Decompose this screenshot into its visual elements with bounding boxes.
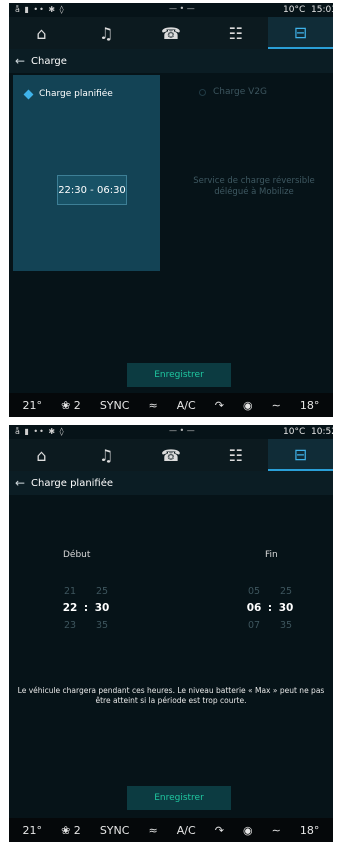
v2g-description: Service de charge réversible délégué à M… (193, 176, 315, 197)
start-time-picker[interactable]: 21 25 22:30 23 35 (59, 583, 113, 634)
nav-car[interactable]: ⊟ (268, 17, 333, 49)
right-temperature[interactable]: 18° (300, 824, 320, 837)
sync-button[interactable]: SYNC (100, 824, 130, 837)
top-nav: ⌂ ♫ ☎ ☷ ⊟ (9, 17, 333, 49)
seat-vent-icon[interactable]: ∼ (272, 399, 281, 412)
status-indicator: — • — (169, 4, 195, 13)
option-scheduled-charge[interactable]: Charge planifiée (23, 89, 113, 99)
status-indicator: — • — (169, 426, 195, 435)
save-button-label: Enregistrer (154, 793, 204, 803)
page-title: Charge (31, 55, 67, 67)
time-range-button[interactable]: 22:30 - 06:30 (57, 175, 127, 205)
phone-icon: ☎ (161, 445, 181, 465)
charge-info-note: Le véhicule chargera pendant ces heures.… (17, 686, 325, 705)
music-icon: ♫ (99, 23, 114, 43)
ac-button[interactable]: A/C (177, 399, 196, 412)
outside-temperature: 10°C (283, 427, 306, 437)
right-temperature[interactable]: 18° (300, 399, 320, 412)
page-title: Charge planifiée (31, 477, 114, 489)
steering-heat-icon[interactable]: ◉ (243, 824, 253, 837)
nav-apps[interactable]: ☷ (203, 17, 268, 49)
save-button-label: Enregistrer (154, 370, 204, 380)
option-v2g-label: Charge V2G (213, 87, 268, 97)
music-icon: ♫ (99, 445, 114, 465)
phone-icon: ☎ (161, 23, 181, 43)
airflow-icon[interactable]: ↷ (215, 399, 224, 412)
nav-home[interactable]: ⌂ (9, 439, 74, 471)
nav-phone[interactable]: ☎ (139, 439, 204, 471)
car-icon: ⊟ (293, 22, 308, 42)
nav-phone[interactable]: ☎ (139, 17, 204, 49)
clock: 10:52 (311, 427, 333, 437)
picker-row-selected[interactable]: 22:30 (59, 600, 113, 617)
clock: 15:03 (311, 5, 333, 15)
home-icon: ⌂ (36, 23, 47, 43)
outside-temperature: 10°C (283, 5, 306, 15)
option-v2g-charge[interactable]: Charge V2G (199, 87, 267, 97)
nav-music[interactable]: ♫ (74, 17, 139, 49)
climate-bar: 21° ❀ 2 SYNC ≈ A/C ↷ ◉ ∼ 18° (9, 818, 333, 842)
title-bar: ← Charge (9, 49, 333, 73)
unselected-radio-icon (199, 88, 206, 96)
car-icon: ⊟ (293, 444, 308, 464)
nav-home[interactable]: ⌂ (9, 17, 74, 49)
save-button[interactable]: Enregistrer (127, 786, 231, 810)
nav-music[interactable]: ♫ (74, 439, 139, 471)
scheduled-charge-panel[interactable]: Charge planifiée 22:30 - 06:30 (13, 75, 160, 271)
home-icon: ⌂ (36, 445, 47, 465)
start-label: Début (63, 550, 91, 560)
airflow-icon[interactable]: ↷ (215, 824, 224, 837)
nav-apps[interactable]: ☷ (203, 439, 268, 471)
scheduled-charge-screen: å ▮ •• ✱ ◊ — • — 10°C 10:52 ⌂ ♫ ☎ ☷ ⊟ ← … (9, 425, 333, 842)
selected-radio-icon (23, 89, 34, 99)
status-icons: å ▮ •• ✱ ◊ (15, 5, 65, 14)
back-arrow-icon[interactable]: ← (9, 476, 31, 490)
seat-heat-icon[interactable]: ≈ (149, 824, 158, 837)
status-bar: å ▮ •• ✱ ◊ — • — 10°C 15:03 (9, 3, 333, 17)
picker-row[interactable]: 05 25 (243, 583, 297, 600)
end-label: Fin (265, 550, 278, 560)
fan-speed[interactable]: ❀ 2 (61, 824, 81, 837)
save-button[interactable]: Enregistrer (127, 363, 231, 387)
apps-icon: ☷ (228, 445, 243, 465)
option-scheduled-label: Charge planifiée (39, 89, 113, 99)
ac-button[interactable]: A/C (177, 824, 196, 837)
seat-heat-icon[interactable]: ≈ (149, 399, 158, 412)
picker-row-selected[interactable]: 06:30 (243, 600, 297, 617)
picker-row[interactable]: 21 25 (59, 583, 113, 600)
top-nav: ⌂ ♫ ☎ ☷ ⊟ (9, 439, 333, 471)
charge-screen: å ▮ •• ✱ ◊ — • — 10°C 15:03 ⌂ ♫ ☎ ☷ ⊟ ← … (9, 3, 333, 417)
time-range-value: 22:30 - 06:30 (58, 184, 126, 196)
picker-row[interactable]: 07 35 (243, 617, 297, 634)
left-temperature[interactable]: 21° (23, 399, 43, 412)
nav-car[interactable]: ⊟ (268, 439, 333, 471)
status-icons: å ▮ •• ✱ ◊ (15, 427, 65, 436)
status-bar: å ▮ •• ✱ ◊ — • — 10°C 10:52 (9, 425, 333, 439)
end-time-picker[interactable]: 05 25 06:30 07 35 (243, 583, 297, 634)
climate-bar: 21° ❀ 2 SYNC ≈ A/C ↷ ◉ ∼ 18° (9, 393, 333, 417)
title-bar: ← Charge planifiée (9, 471, 333, 495)
steering-heat-icon[interactable]: ◉ (243, 399, 253, 412)
picker-row[interactable]: 23 35 (59, 617, 113, 634)
fan-speed[interactable]: ❀ 2 (61, 399, 81, 412)
seat-vent-icon[interactable]: ∼ (272, 824, 281, 837)
left-temperature[interactable]: 21° (23, 824, 43, 837)
apps-icon: ☷ (228, 23, 243, 43)
sync-button[interactable]: SYNC (100, 399, 130, 412)
back-arrow-icon[interactable]: ← (9, 54, 31, 68)
